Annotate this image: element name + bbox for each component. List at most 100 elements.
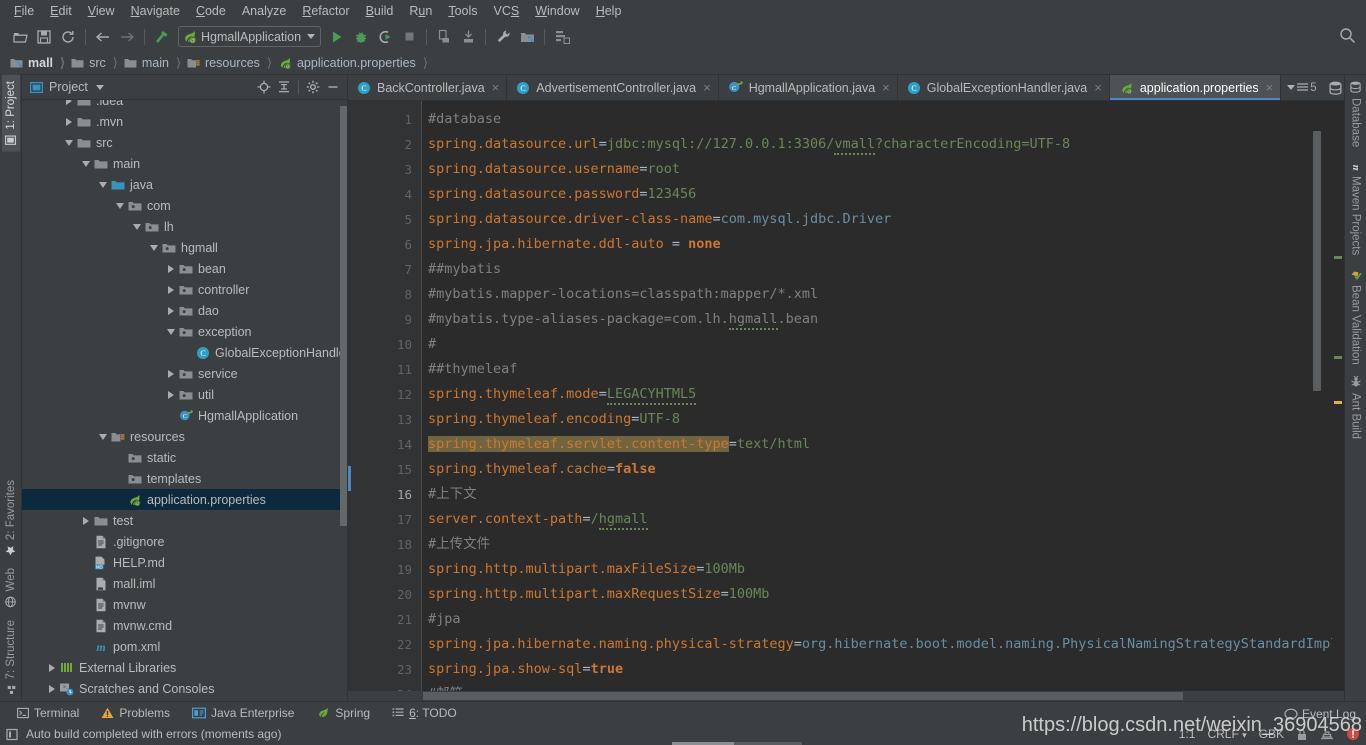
code-line[interactable]: spring.http.multipart.maxFileSize=100Mb (428, 557, 1344, 582)
chevron-right-icon[interactable] (63, 100, 75, 111)
menu-item-file[interactable]: File (6, 2, 42, 20)
right-stripe-tab-bean-validation[interactable]: Bean Validation (1347, 262, 1365, 371)
tree-node[interactable]: m pom.xml (22, 636, 347, 657)
tree-node[interactable]: hgmall (22, 237, 347, 258)
tree-node[interactable]: exception (22, 321, 347, 342)
chevron-down-icon[interactable] (80, 153, 92, 174)
close-icon[interactable]: × (882, 81, 890, 94)
line-number[interactable]: 9 (348, 307, 421, 332)
editor-tab-HgmallApplication-java[interactable]: C HgmallApplication.java × (719, 75, 898, 100)
menu-item-help[interactable]: Help (588, 2, 630, 20)
menu-item-code[interactable]: Code (188, 2, 234, 20)
chevron-right-icon[interactable] (165, 258, 177, 279)
line-number[interactable]: 13 (348, 407, 421, 432)
right-stripe-tab-maven-projects[interactable]: m Maven Projects (1347, 153, 1365, 261)
run-icon[interactable] (325, 26, 349, 48)
tree-node[interactable]: External Libraries (22, 657, 347, 678)
code-line[interactable]: spring.jpa.hibernate.ddl-auto = none (428, 232, 1344, 257)
code-line[interactable]: spring.http.multipart.maxRequestSize=100… (428, 582, 1344, 607)
inspection-icon[interactable] (1320, 728, 1334, 741)
editor-vertical-scrollbar[interactable] (1312, 101, 1322, 691)
menu-item-tools[interactable]: Tools (440, 2, 485, 20)
menu-item-vcs[interactable]: VCS (486, 2, 528, 20)
left-stripe-tab-project[interactable]: 1: Project (1, 75, 20, 152)
code-line[interactable]: #database (428, 107, 1344, 132)
code-line[interactable]: spring.datasource.driver-class-name=com.… (428, 207, 1344, 232)
tree-node[interactable]: templates (22, 468, 347, 489)
line-number[interactable]: 20 (348, 582, 421, 607)
chevron-down-icon[interactable] (131, 216, 143, 237)
code-line[interactable]: spring.thymeleaf.servlet.content-type=te… (428, 432, 1344, 457)
chevron-right-icon[interactable] (165, 279, 177, 300)
code-line[interactable]: server.context-path=/hgmall (428, 507, 1344, 532)
project-structure-icon[interactable] (515, 26, 539, 48)
collapse-all-icon[interactable] (274, 77, 294, 97)
code-line[interactable]: spring.thymeleaf.encoding=UTF-8 (428, 407, 1344, 432)
editor-code[interactable]: #database spring.datasource.url=jdbc:mysq… (422, 101, 1344, 691)
editor-gutter[interactable]: 123456789101112131415161718192021222324 (348, 101, 421, 691)
save-all-icon[interactable] (32, 26, 56, 48)
stripe-marker[interactable] (1334, 356, 1342, 359)
chevron-right-icon[interactable] (165, 384, 177, 405)
tree-node[interactable]: mall.iml (22, 573, 347, 594)
line-number[interactable]: 14 (348, 432, 421, 457)
breadcrumb-item-application-properties[interactable]: @ application.properties ⟩ (274, 51, 430, 75)
line-number[interactable]: 1 (348, 107, 421, 132)
stop-icon[interactable] (397, 26, 421, 48)
chevron-down-icon[interactable] (97, 426, 109, 447)
attach-icon[interactable] (456, 26, 480, 48)
code-line[interactable]: ##thymeleaf (428, 357, 1344, 382)
menu-item-run[interactable]: Run (401, 2, 440, 20)
breadcrumb-item-src[interactable]: src ⟩ (67, 51, 120, 75)
line-number[interactable]: 8 (348, 282, 421, 307)
stripe-marker[interactable] (1334, 401, 1342, 404)
line-separator[interactable]: CRLF ▾ (1207, 727, 1246, 741)
tree-node[interactable]: util (22, 384, 347, 405)
tree-node[interactable]: main (22, 153, 347, 174)
code-line[interactable]: #mybatis.type-aliases-package=com.lh.hgm… (428, 307, 1344, 332)
tree-node[interactable]: resources (22, 426, 347, 447)
line-number[interactable]: 10 (348, 332, 421, 357)
tree-node[interactable]: com (22, 195, 347, 216)
chevron-down-icon[interactable] (114, 195, 126, 216)
gear-icon[interactable] (303, 77, 323, 97)
line-number[interactable]: 2 (348, 132, 421, 157)
project-tree-scrollbar[interactable] (340, 106, 347, 526)
error-stripe-markers[interactable] (1332, 101, 1344, 691)
tree-node[interactable]: src (22, 132, 347, 153)
breadcrumb-item-resources[interactable]: resources ⟩ (183, 51, 274, 75)
back-arrow-icon[interactable] (91, 26, 115, 48)
tree-node[interactable]: bean (22, 258, 347, 279)
code-line[interactable]: spring.jpa.hibernate.naming.physical-str… (428, 632, 1344, 657)
line-number[interactable]: 6 (348, 232, 421, 257)
chevron-down-icon[interactable] (307, 34, 316, 39)
code-line[interactable]: spring.thymeleaf.cache=false (428, 457, 1344, 482)
chevron-down-icon[interactable] (148, 237, 160, 258)
code-line[interactable]: spring.jpa.show-sql=true (428, 657, 1344, 682)
line-number[interactable]: 12 (348, 382, 421, 407)
tree-node[interactable]: >_ Scratches and Consoles (22, 678, 347, 699)
open-folder-icon[interactable] (8, 26, 32, 48)
lock-icon[interactable] (1296, 728, 1308, 741)
bottom-tab-spring[interactable]: Spring (305, 706, 381, 720)
code-line[interactable]: #jpa (428, 607, 1344, 632)
tree-node[interactable]: C HgmallApplication (22, 405, 347, 426)
close-icon[interactable]: × (1094, 81, 1102, 94)
line-number[interactable]: 22 (348, 632, 421, 657)
line-number[interactable]: 4 (348, 182, 421, 207)
line-number[interactable]: 5 (348, 207, 421, 232)
chevron-right-icon[interactable] (165, 300, 177, 321)
code-line[interactable]: #邮箱 (428, 682, 1344, 691)
menu-item-build[interactable]: Build (358, 2, 402, 20)
tree-node[interactable]: .gitignore (22, 531, 347, 552)
line-number[interactable]: 23 (348, 657, 421, 682)
close-icon[interactable]: × (1266, 81, 1274, 94)
forward-arrow-icon[interactable] (115, 26, 139, 48)
left-stripe-tab-web[interactable]: Web (2, 562, 20, 613)
tree-node[interactable]: mvnw.cmd (22, 615, 347, 636)
editor-tab-application-properties[interactable]: @ application.properties × (1109, 75, 1282, 100)
code-line[interactable]: spring.datasource.url=jdbc:mysql://127.0… (428, 132, 1344, 157)
chevron-right-icon[interactable] (63, 111, 75, 132)
settings-wrench-icon[interactable] (491, 26, 515, 48)
menu-item-view[interactable]: View (80, 2, 123, 20)
